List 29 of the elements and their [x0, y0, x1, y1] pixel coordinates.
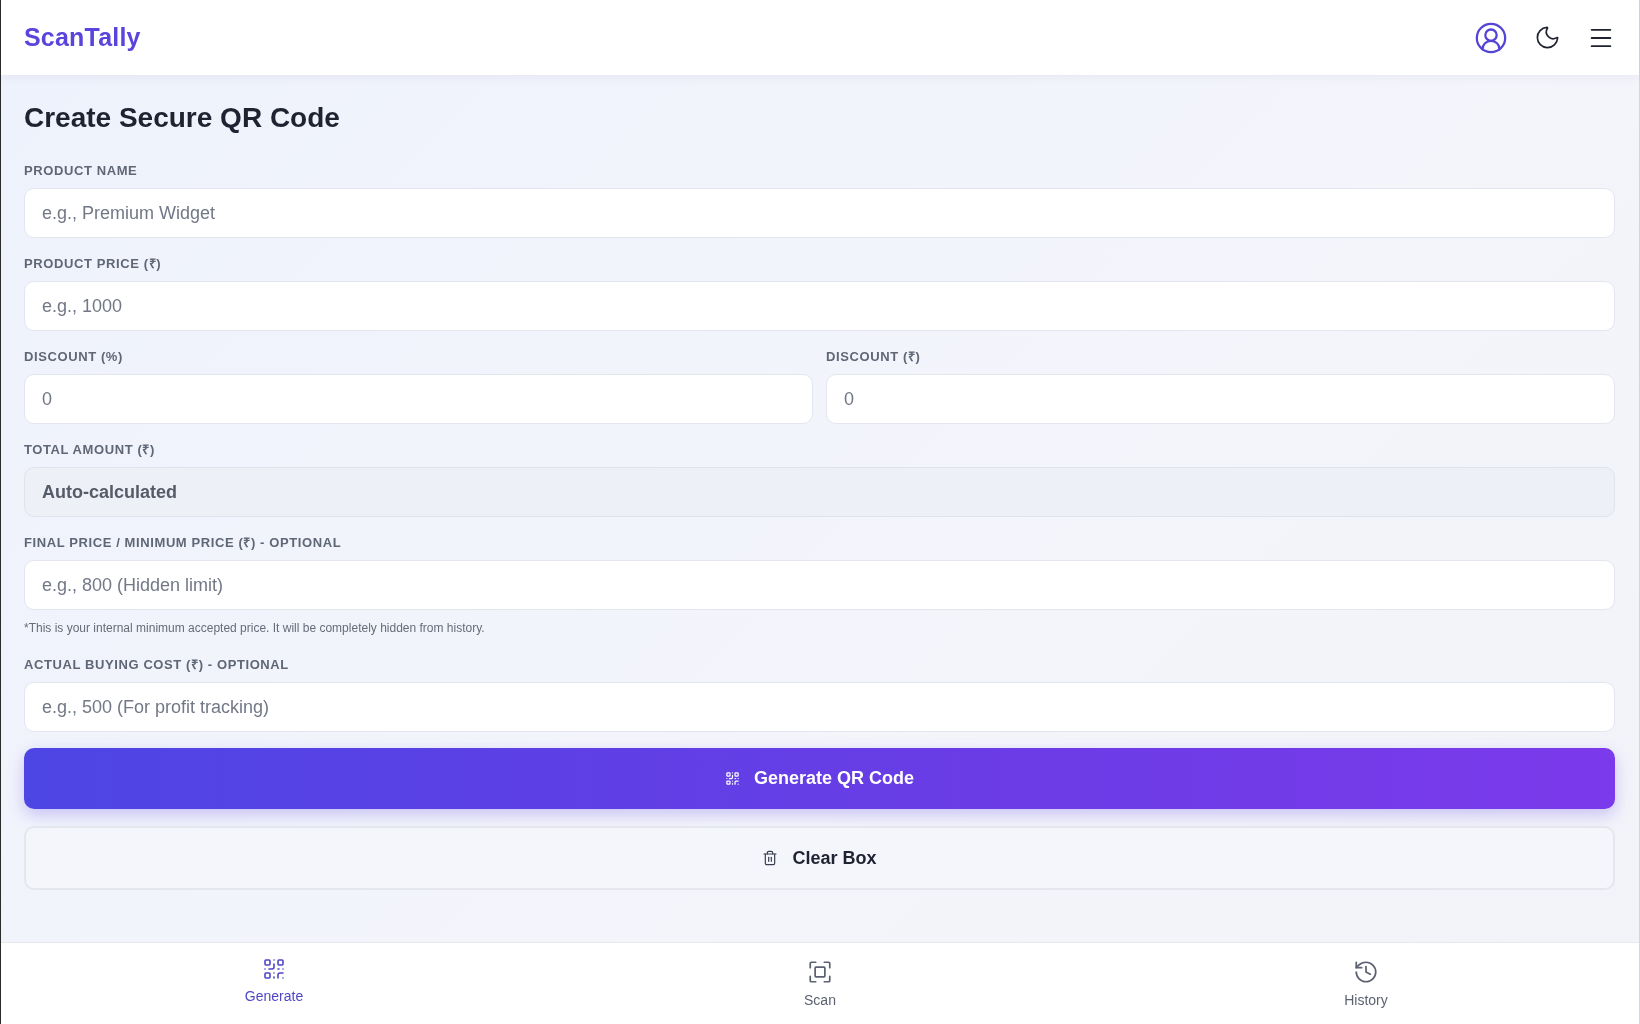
field-label: ACTUAL BUYING COST (₹) - OPTIONAL: [24, 657, 289, 673]
moon-icon[interactable]: [1534, 24, 1561, 51]
nav-tab[interactable]: History: [1340, 957, 1392, 1010]
input-field[interactable]: e.g., 800 (Hidden limit): [24, 560, 1615, 610]
qr-code-icon: [262, 957, 286, 981]
history-icon: [1353, 959, 1379, 985]
trash-icon: [762, 850, 779, 866]
input-field[interactable]: e.g., 500 (For profit tracking): [24, 682, 1615, 732]
readonly-field[interactable]: Auto-calculated: [24, 467, 1615, 517]
nav-tab[interactable]: Scan: [800, 957, 840, 1010]
account-icon[interactable]: [1474, 20, 1508, 55]
input-field[interactable]: e.g., Premium Widget: [24, 188, 1615, 238]
scan-icon: [807, 959, 833, 985]
field-label: DISCOUNT (%): [24, 349, 123, 365]
field-label: FINAL PRICE / MINIMUM PRICE (₹) - OPTIONAL: [24, 535, 342, 551]
field-label: PRODUCT PRICE (₹): [24, 256, 162, 272]
field-label: PRODUCT NAME: [24, 163, 138, 179]
field-label: TOTAL AMOUNT (₹): [24, 442, 155, 458]
helper-text: *This is your internal minimum accepted price. It will be completely hidden from history.: [24, 621, 485, 635]
clear-button[interactable]: Clear Box: [24, 826, 1615, 890]
generate-button[interactable]: Generate QR Code: [24, 748, 1615, 809]
input-field[interactable]: e.g., 1000: [24, 281, 1615, 331]
field-label: DISCOUNT (₹): [826, 349, 921, 365]
qr-code-icon: [724, 771, 740, 786]
app-logo: ScanTally: [24, 23, 141, 52]
page-title: Create Secure QR Code: [24, 101, 340, 135]
input-field[interactable]: 0: [826, 374, 1615, 424]
input-field[interactable]: 0: [24, 374, 813, 424]
nav-tab[interactable]: Generate: [240, 955, 308, 1006]
